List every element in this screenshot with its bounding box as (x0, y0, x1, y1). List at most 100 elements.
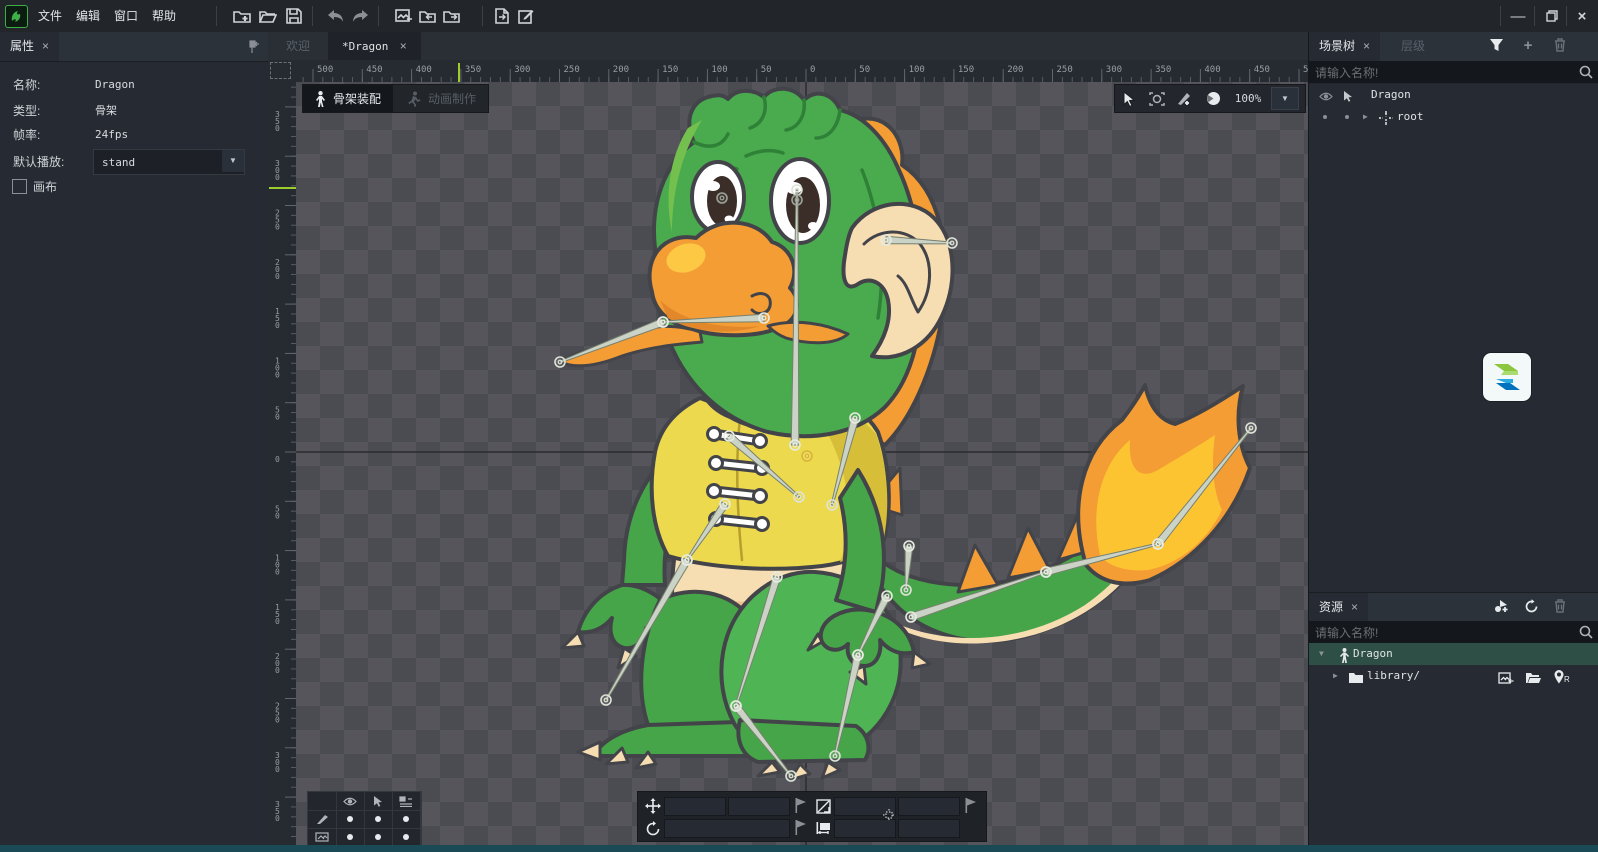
svg-text:200: 200 (275, 258, 280, 281)
default-play-dropdown[interactable]: stand ▼ (93, 149, 245, 175)
close-icon[interactable]: × (1363, 39, 1370, 53)
cursor-icon[interactable] (364, 792, 393, 811)
flag-icon[interactable] (795, 797, 809, 813)
rotation-field[interactable] (664, 819, 790, 838)
layer-settings-icon[interactable] (392, 792, 421, 811)
canvas-checkbox[interactable] (12, 179, 27, 194)
toggle-dot[interactable] (364, 828, 393, 845)
trash-icon[interactable] (1551, 36, 1569, 54)
flag-icon[interactable] (795, 819, 809, 835)
toggle-dot[interactable] (392, 828, 421, 845)
trash-icon[interactable] (1551, 597, 1569, 615)
svg-text:150: 150 (958, 65, 974, 75)
undo-button[interactable] (324, 4, 348, 28)
pin-panel-icon[interactable] (240, 35, 264, 59)
resource-item-library[interactable]: ▶ library/ R (1309, 665, 1598, 687)
close-button[interactable]: × (1566, 0, 1598, 32)
folder-icon (1347, 669, 1365, 687)
eye-icon[interactable] (336, 792, 365, 811)
tab-resources[interactable]: 资源× (1309, 593, 1368, 622)
collapse-icon[interactable]: ▼ (1319, 643, 1324, 665)
resources-header: 资源× (1309, 592, 1598, 623)
scene-tree-header: 场景树× 层级 + (1309, 32, 1598, 62)
chevron-down-icon[interactable]: ▼ (222, 150, 244, 172)
save-button[interactable] (282, 4, 306, 28)
eye-icon[interactable] (1317, 87, 1335, 105)
height-field[interactable] (898, 819, 960, 838)
canvas-checkbox-label: 画布 (33, 177, 57, 197)
import-folder-button[interactable] (416, 4, 440, 28)
scene-search-row (1309, 61, 1598, 84)
canvas-viewport[interactable]: 骨架装配 动画制作 (296, 82, 1308, 845)
import-image-button[interactable] (392, 4, 416, 28)
svg-text:300: 300 (275, 159, 280, 182)
divider (312, 6, 313, 26)
tab-dragon[interactable]: *Dragon × (328, 32, 421, 60)
dragon-artwork[interactable] (560, 89, 1250, 780)
right-panel: 场景树× 层级 + Dragon (1308, 32, 1598, 845)
framerate-value: 24fps (95, 125, 128, 145)
restore-button[interactable] (1536, 0, 1568, 32)
display-mode-icon[interactable] (1199, 85, 1227, 112)
expand-icon[interactable]: ▶ (1363, 106, 1368, 128)
refresh-icon[interactable] (1522, 597, 1540, 615)
close-icon[interactable]: × (400, 39, 407, 53)
scene-node-dragon[interactable]: Dragon (1309, 84, 1598, 106)
svg-text:0: 0 (275, 455, 280, 464)
tab-scene-tree[interactable]: 场景树× (1309, 32, 1380, 61)
bone-cursor-icon (880, 806, 898, 824)
redo-button[interactable] (348, 4, 372, 28)
add-resource-icon[interactable] (1493, 597, 1511, 615)
export-file-button[interactable] (490, 4, 514, 28)
resources-search-input[interactable] (1313, 621, 1567, 645)
mode-animation[interactable]: 动画制作 (393, 85, 488, 112)
edit-document-button[interactable] (514, 4, 538, 28)
search-icon[interactable] (1579, 65, 1593, 82)
new-project-button[interactable] (230, 4, 254, 28)
create-bone-tool[interactable] (1171, 85, 1199, 112)
minimize-button[interactable]: — (1502, 0, 1534, 32)
scene-node-root[interactable]: ▶ root (1309, 106, 1598, 128)
cursor-icon[interactable] (1339, 87, 1357, 105)
tab-properties[interactable]: 属性× (0, 32, 59, 61)
position-y-field[interactable] (728, 797, 790, 816)
toggle-dot[interactable] (392, 810, 421, 829)
flag-icon[interactable] (965, 797, 979, 813)
type-label: 类型: (13, 101, 40, 121)
scale-icon (814, 797, 832, 815)
resource-item-dragon[interactable]: ▼ Dragon (1309, 643, 1598, 665)
filter-icon[interactable] (1487, 36, 1505, 54)
open-project-button[interactable] (256, 4, 280, 28)
svg-text:250: 250 (275, 209, 280, 232)
visibility-matrix (307, 791, 422, 845)
transform-tool[interactable] (1143, 85, 1171, 112)
add-node-icon[interactable]: + (1519, 36, 1537, 54)
scene-search-input[interactable] (1313, 61, 1567, 85)
svg-text:400: 400 (416, 65, 432, 75)
toggle-dot[interactable] (364, 810, 393, 829)
expand-icon[interactable]: ▶ (1333, 665, 1338, 687)
menu-help[interactable]: 帮助 (140, 0, 188, 32)
tab-welcome[interactable]: 欢迎 (272, 32, 324, 60)
matrix-corner (308, 792, 337, 811)
search-icon[interactable] (1579, 625, 1593, 642)
export-folder-button[interactable] (440, 4, 464, 28)
svg-text:500: 500 (317, 65, 333, 75)
svg-text:100: 100 (275, 356, 280, 379)
toggle-dot[interactable] (336, 810, 365, 829)
default-play-label: 默认播放: (13, 152, 64, 172)
close-icon[interactable]: × (1351, 600, 1358, 614)
mode-rigging[interactable]: 骨架装配 (303, 85, 393, 112)
close-icon[interactable]: × (42, 39, 49, 53)
toggle-dot[interactable] (336, 828, 365, 845)
position-x-field[interactable] (664, 797, 726, 816)
tab-hierarchy[interactable]: 层级 (1391, 32, 1435, 61)
open-folder-icon[interactable] (1524, 669, 1542, 687)
scale-y-field[interactable] (898, 797, 960, 816)
add-image-icon[interactable] (1497, 669, 1515, 687)
name-value: Dragon (95, 75, 135, 95)
select-tool[interactable] (1115, 85, 1143, 112)
pin-location-r-icon[interactable]: R (1553, 668, 1571, 686)
translate-icon (644, 797, 662, 815)
zoom-dropdown[interactable]: ▼ (1271, 87, 1299, 110)
